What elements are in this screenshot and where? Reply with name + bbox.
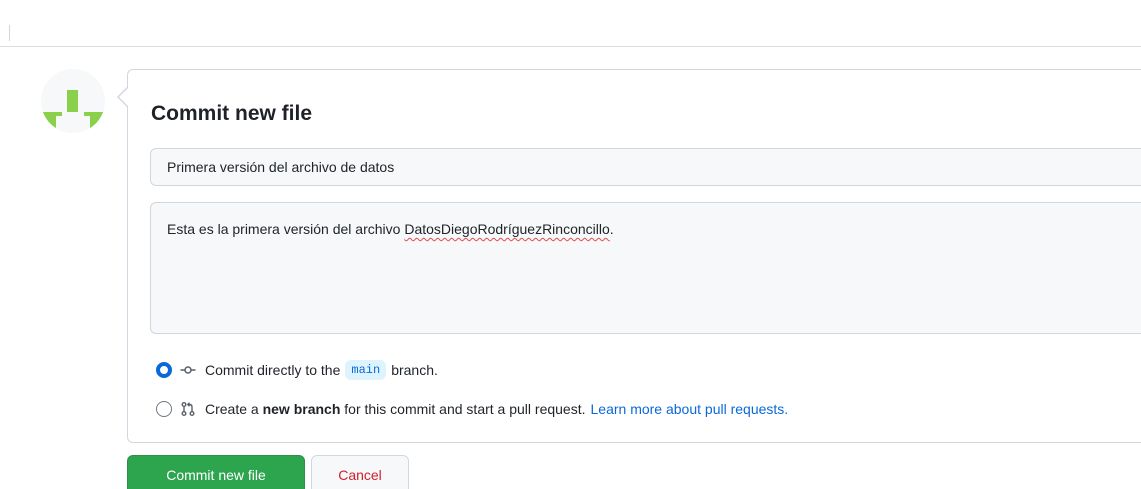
identicon-avatar-graphic: [41, 90, 105, 133]
commit-description-textarea[interactable]: Esta es la primera versión del archivo D…: [150, 202, 1141, 334]
commit-new-file-button[interactable]: Commit new file: [127, 455, 305, 489]
description-text: Esta es la primera versión del archivo: [167, 221, 405, 237]
commit-directly-suffix: branch.: [391, 362, 438, 378]
identicon-avatar: [41, 69, 105, 133]
commit-title: Commit new file: [151, 102, 313, 125]
learn-more-pull-requests-link[interactable]: Learn more about pull requests.: [591, 401, 789, 417]
new-branch-option[interactable]: Create a new branch for this commit and …: [156, 398, 788, 420]
new-branch-text-suffix: for this commit and start a pull request…: [344, 401, 586, 417]
new-branch-bold: new branch: [262, 401, 341, 417]
cancel-button[interactable]: Cancel: [311, 455, 409, 489]
commit-summary-input[interactable]: [150, 148, 1141, 186]
top-divider: [0, 46, 1141, 47]
panel-caret-fill: [119, 88, 128, 106]
left-edge-rule: [9, 25, 10, 41]
git-commit-icon: [180, 366, 196, 374]
commit-directly-option[interactable]: Commit directly to the main branch.: [156, 359, 438, 381]
commit-directly-text: Commit directly to the: [205, 362, 341, 378]
new-branch-radio[interactable]: [156, 401, 172, 417]
new-branch-text-prefix: Create a: [205, 401, 259, 417]
description-end: .: [609, 221, 614, 237]
commit-directly-radio[interactable]: [156, 362, 172, 378]
git-pull-request-icon: [181, 402, 195, 416]
commit-page: Commit new file Esta es la primera versi…: [0, 0, 1141, 489]
misspelled-word: DatosDiegoRodríguezRinconcillo: [404, 221, 610, 237]
branch-name-badge: main: [345, 360, 387, 380]
